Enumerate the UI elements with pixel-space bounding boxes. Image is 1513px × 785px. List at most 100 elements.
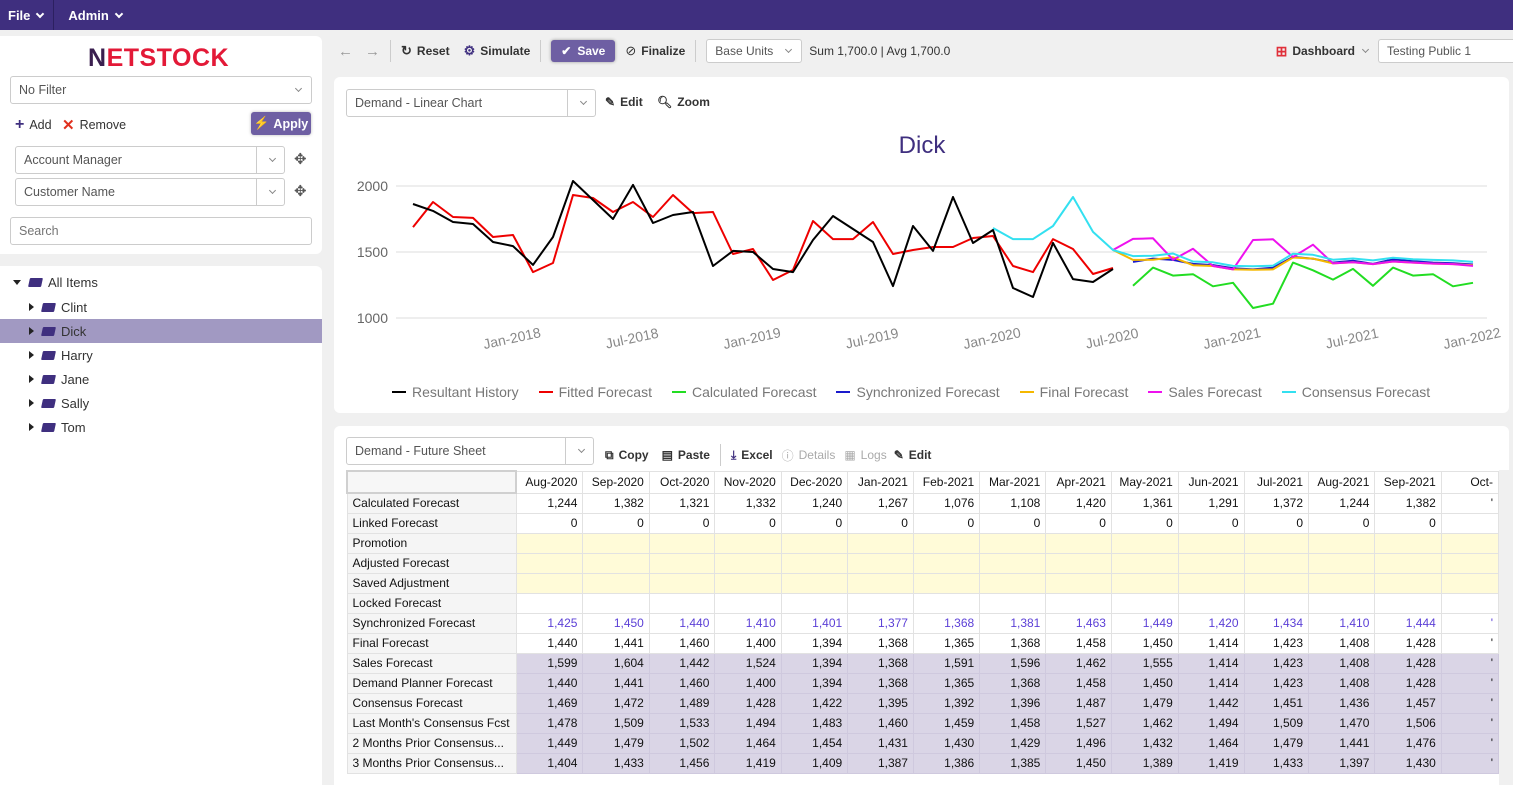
column-header[interactable]: Jul-2021 (1243, 470, 1310, 494)
search-input[interactable] (10, 217, 312, 245)
table-cell[interactable]: 1,494 (714, 712, 782, 734)
table-cell[interactable]: 1,436 (1307, 692, 1376, 714)
table-cell[interactable]: 1,433 (582, 752, 650, 774)
legend-item[interactable]: Consensus Forecast (1281, 384, 1430, 400)
table-cell[interactable]: 0 (979, 512, 1047, 534)
table-cell[interactable]: 1,454 (780, 732, 849, 754)
table-cell[interactable]: 0 (1374, 512, 1442, 534)
legend-item[interactable]: Calculated Forecast (671, 384, 816, 400)
forward-arrow-icon[interactable]: → (365, 43, 380, 60)
table-cell[interactable] (714, 532, 782, 554)
table-cell[interactable]: 1,244 (515, 492, 584, 514)
table-cell[interactable]: 1,506 (1374, 712, 1442, 734)
grouping-select-account-manager[interactable]: Account Manager (15, 146, 285, 174)
table-cell[interactable]: 1,479 (582, 732, 650, 754)
table-cell[interactable]: 1,431 (847, 732, 914, 754)
table-cell[interactable]: 1,387 (847, 752, 914, 774)
table-cell[interactable]: 1,385 (979, 752, 1047, 774)
chart-edit-button[interactable]: ✎ Edit (605, 95, 643, 109)
table-cell[interactable]: 1,410 (714, 612, 782, 634)
table-cell[interactable]: 1,450 (1045, 752, 1112, 774)
table-cell[interactable]: 1,509 (582, 712, 650, 734)
table-cell[interactable]: 0 (648, 512, 716, 534)
table-cell[interactable]: 1,440 (648, 612, 716, 634)
table-cell[interactable]: 1,382 (582, 492, 650, 514)
table-cell[interactable]: 1,420 (1177, 612, 1245, 634)
table-cell[interactable]: 1,368 (847, 672, 914, 694)
caret-right-icon[interactable] (29, 351, 34, 359)
table-cell[interactable]: 1,420 (1045, 492, 1112, 514)
table-cell[interactable]: ' (1440, 732, 1499, 754)
table-cell[interactable]: 1,509 (1243, 712, 1310, 734)
table-cell[interactable]: 1,108 (979, 492, 1047, 514)
table-cell[interactable]: 1,457 (1374, 692, 1442, 714)
table-cell[interactable]: 1,291 (1177, 492, 1245, 514)
table-cell[interactable]: 1,414 (1177, 672, 1245, 694)
table-cell[interactable] (1440, 512, 1499, 534)
column-header[interactable]: Nov-2020 (714, 470, 782, 494)
table-cell[interactable]: 1,483 (780, 712, 849, 734)
table-cell[interactable]: 1,524 (714, 652, 782, 674)
table-cell[interactable]: 1,460 (648, 632, 716, 654)
table-cell[interactable]: ' (1440, 692, 1499, 714)
table-cell[interactable]: 0 (1307, 512, 1376, 534)
tree-item-sally[interactable]: Sally (0, 391, 322, 415)
table-cell[interactable] (1177, 592, 1245, 614)
table-cell[interactable] (912, 532, 981, 554)
table-cell[interactable]: 1,428 (1374, 672, 1442, 694)
table-cell[interactable] (1243, 552, 1310, 574)
table-cell[interactable] (582, 572, 650, 594)
table-cell[interactable]: ' (1440, 492, 1499, 514)
dashboard-menu[interactable]: ⊞ Dashboard (1276, 43, 1370, 60)
table-cell[interactable]: 1,428 (1374, 632, 1442, 654)
table-cell[interactable]: 1,240 (780, 492, 849, 514)
remove-button[interactable]: ✕ Remove (62, 116, 126, 134)
table-cell[interactable] (912, 552, 981, 574)
table-cell[interactable] (1374, 532, 1442, 554)
table-cell[interactable]: 1,476 (1374, 732, 1442, 754)
chart-view-select[interactable]: Demand - Linear Chart (346, 89, 596, 117)
move-icon[interactable]: ✥ (294, 150, 307, 168)
table-cell[interactable]: 1,423 (1243, 672, 1310, 694)
table-cell[interactable] (1307, 592, 1376, 614)
caret-down-icon[interactable] (13, 279, 21, 285)
table-cell[interactable]: 1,400 (714, 632, 782, 654)
table-cell[interactable] (1243, 592, 1310, 614)
table-cell[interactable] (515, 552, 584, 574)
table-cell[interactable] (847, 592, 914, 614)
vertical-scrollbar[interactable] (1499, 470, 1509, 785)
table-cell[interactable]: 1,419 (1177, 752, 1245, 774)
column-header[interactable]: Jan-2021 (847, 470, 914, 494)
table-cell[interactable]: 1,361 (1110, 492, 1179, 514)
table-cell[interactable] (582, 592, 650, 614)
table-cell[interactable] (648, 572, 716, 594)
column-header[interactable]: Aug-2021 (1307, 470, 1376, 494)
table-cell[interactable]: 1,430 (912, 732, 981, 754)
table-cell[interactable]: 1,382 (1374, 492, 1442, 514)
table-cell[interactable]: 1,479 (1110, 692, 1179, 714)
table-cell[interactable]: 1,267 (847, 492, 914, 514)
table-cell[interactable]: 1,429 (979, 732, 1047, 754)
table-cell[interactable] (780, 592, 849, 614)
table-cell[interactable]: 1,591 (912, 652, 981, 674)
table-cell[interactable] (1110, 572, 1179, 594)
table-cell[interactable] (847, 532, 914, 554)
table-cell[interactable] (1440, 592, 1499, 614)
table-cell[interactable]: 1,489 (648, 692, 716, 714)
tree-item-harry[interactable]: Harry (0, 343, 322, 367)
table-cell[interactable]: 0 (714, 512, 782, 534)
table-cell[interactable]: 1,442 (648, 652, 716, 674)
table-cell[interactable]: 1,400 (714, 672, 782, 694)
table-cell[interactable]: 1,076 (912, 492, 981, 514)
table-cell[interactable]: 1,444 (1374, 612, 1442, 634)
table-cell[interactable]: 1,410 (1307, 612, 1376, 634)
table-cell[interactable] (1177, 552, 1245, 574)
table-cell[interactable] (1243, 532, 1310, 554)
table-cell[interactable]: 1,433 (1243, 752, 1310, 774)
tree-item-clint[interactable]: Clint (0, 295, 322, 319)
table-cell[interactable]: 1,394 (780, 652, 849, 674)
simulate-button[interactable]: ⚙ Simulate (464, 43, 531, 59)
table-cell[interactable]: 1,419 (714, 752, 782, 774)
tree-item-all-items[interactable]: All Items (0, 270, 322, 294)
table-cell[interactable]: 1,432 (1110, 732, 1179, 754)
